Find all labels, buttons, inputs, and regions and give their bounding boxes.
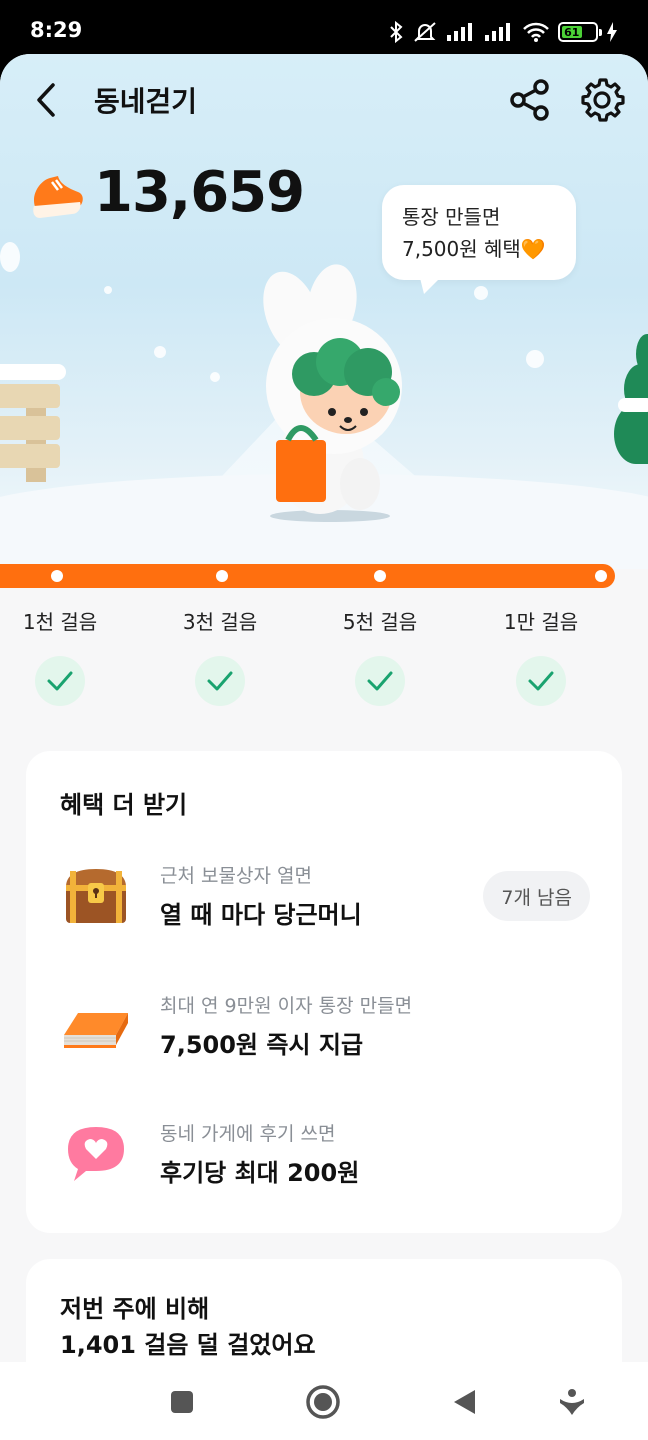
charging-icon [607,22,617,42]
remaining-count-badge: 7개 남음 [483,871,590,921]
progress-dot-4 [595,570,607,582]
benefit-title: 열 때 마다 당근머니 [160,901,362,929]
settings-button[interactable] [578,76,626,124]
status-bar: 8:29 61 [0,0,648,58]
checkmark-icon [195,656,245,706]
rabbit-mascot [263,264,402,522]
checkmark-icon [35,656,85,706]
back-nav-button[interactable] [444,1382,484,1422]
milestone-3: 5천 걸음 [320,606,440,706]
benefit-subtitle: 최대 연 9만원 이자 통장 만들면 [160,995,413,1017]
battery-icon: 61 [558,22,602,42]
signal-icon [447,23,472,41]
page-title: 동네걷기 [94,85,198,118]
progress-fill [0,564,615,588]
chevron-left-icon [37,83,55,117]
square-icon [171,1391,193,1413]
signal-icon-2 [485,23,510,41]
bubble-line-2: 7,500원 혜택🧡 [402,237,546,261]
accessibility-icon [560,1389,584,1415]
back-button[interactable] [26,78,66,122]
benefit-treasure-chest[interactable]: 근처 보물상자 열면 열 때 마다 당근머니 7개 남음 [60,855,590,945]
milestone-label: 1만 걸음 [503,610,579,634]
bubble-line-1: 통장 만들면 [402,205,501,229]
milestone-4: 1만 걸음 [481,606,601,706]
home-button[interactable] [303,1382,343,1422]
share-button[interactable] [508,78,552,122]
wifi-icon [523,22,549,42]
milestone-label: 1천 걸음 [22,610,98,634]
compare-line-1: 저번 주에 비해 [60,1295,210,1323]
milestone-1: 1천 걸음 [0,606,120,706]
status-time: 8:29 [30,18,83,42]
assistant-button[interactable] [552,1382,592,1422]
benefit-bankbook[interactable]: 최대 연 9만원 이자 통장 만들면 7,500원 즉시 지급 [60,985,590,1075]
benefits-title: 혜택 더 받기 [60,791,188,819]
mute-bell-icon [414,22,436,42]
wooden-fence [0,364,72,482]
bankbook-icon [64,1013,128,1048]
sneaker-icon [33,176,83,218]
benefits-card: 혜택 더 받기 근처 보물상자 열면 열 때 마다 당근머니 7개 남음 최대 … [26,751,622,1233]
battery-level: 61 [562,26,582,39]
benefit-subtitle: 동네 가게에 후기 쓰면 [160,1123,336,1145]
benefit-subtitle: 근처 보물상자 열면 [160,865,312,887]
checkmark-icon [355,656,405,706]
progress-dot-3 [374,570,386,582]
treasure-chest-icon [66,869,126,923]
gear-icon [581,78,625,122]
weekly-compare-card[interactable]: 저번 주에 비해 1,401 걸음 덜 걸었어요 [26,1259,622,1362]
milestone-2: 3천 걸음 [160,606,280,706]
step-count: 13,659 [94,160,305,225]
benefit-title: 후기당 최대 200원 [160,1159,360,1187]
header: 동네걷기 [0,54,648,146]
milestone-label: 3천 걸음 [182,610,258,634]
heart-speech-icon [68,1127,124,1181]
recents-button[interactable] [162,1382,202,1422]
progress-dot-2 [216,570,228,582]
benefit-title: 7,500원 즉시 지급 [160,1031,364,1059]
app-container: 13,659 통장 만들면 7,500원 혜택🧡 동네걷기 1천 걸음 3천 걸… [0,54,648,1362]
milestone-label: 5천 걸음 [342,610,418,634]
triangle-back-icon [454,1390,475,1414]
bluetooth-icon [390,20,403,44]
progress-dot-1 [51,570,63,582]
checkmark-icon [516,656,566,706]
hero-illustration: 13,659 통장 만들면 7,500원 혜택🧡 동네걷기 [0,54,648,569]
system-nav-bar [0,1362,648,1440]
compare-line-2: 1,401 걸음 덜 걸었어요 [60,1331,316,1359]
compare-text: 저번 주에 비해 1,401 걸음 덜 걸었어요 [60,1291,316,1362]
status-icons: 61 [388,18,618,46]
benefit-review[interactable]: 동네 가게에 후기 쓰면 후기당 최대 200원 [60,1113,590,1203]
pine-tree [614,334,648,464]
circle-icon [306,1385,340,1419]
share-icon [510,79,549,121]
step-progress-bar [0,564,615,588]
milestone-list: 1천 걸음 3천 걸음 5천 걸음 1만 걸음 [0,606,648,726]
